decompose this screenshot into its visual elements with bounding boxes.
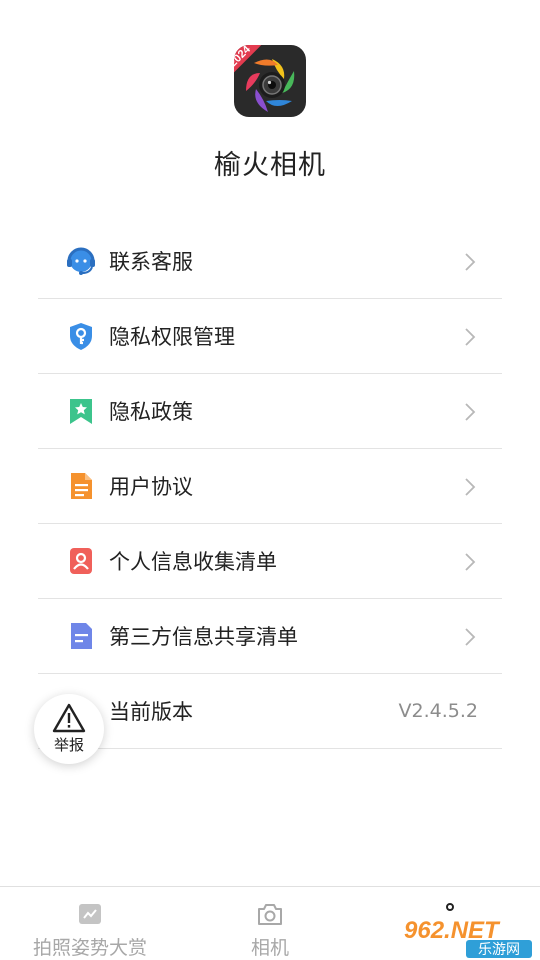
shield-key-icon bbox=[66, 321, 96, 351]
chevron-right-icon bbox=[465, 628, 476, 646]
app-logo: 2024 bbox=[234, 45, 306, 117]
menu-item-current-version: 当前版本 V2.4.5.2 bbox=[38, 674, 502, 749]
report-button[interactable]: 举报 bbox=[34, 694, 104, 764]
tab-label: 拍照姿势大赏 bbox=[32, 937, 147, 959]
warning-triangle-icon bbox=[52, 703, 86, 733]
person-card-icon bbox=[66, 546, 96, 576]
tab-photo-poses[interactable]: 拍照姿势大赏 bbox=[0, 887, 180, 960]
menu-item-label: 隐私权限管理 bbox=[109, 325, 235, 349]
menu-item-label: 第三方信息共享清单 bbox=[109, 625, 298, 649]
customer-service-icon bbox=[66, 246, 96, 276]
file-list-icon bbox=[66, 621, 96, 651]
watermark-subtext: 乐游网 bbox=[478, 942, 520, 958]
chevron-right-icon bbox=[465, 553, 476, 571]
camera-icon bbox=[258, 904, 282, 925]
chevron-right-icon bbox=[465, 403, 476, 421]
settings-menu: 联系客服 隐私权限管理 隐私政策 用户协议 个人信息收集清单 第三方信息共享清单… bbox=[38, 224, 502, 749]
chevron-right-icon bbox=[465, 328, 476, 346]
chevron-right-icon bbox=[465, 478, 476, 496]
menu-item-label: 个人信息收集清单 bbox=[109, 550, 277, 574]
bookmark-star-icon bbox=[66, 396, 96, 426]
app-name: 榆火相机 bbox=[214, 150, 326, 181]
tab-label: 相机 bbox=[250, 937, 289, 959]
menu-item-customer-service[interactable]: 联系客服 bbox=[38, 224, 502, 299]
version-value: V2.4.5.2 bbox=[398, 700, 478, 722]
menu-item-third-party-sharing-list[interactable]: 第三方信息共享清单 bbox=[38, 599, 502, 674]
watermark-logo: 962.NET 乐游网 bbox=[402, 917, 532, 958]
app-header: 2024 榆火相机 bbox=[0, 0, 540, 215]
menu-item-privacy-permissions[interactable]: 隐私权限管理 bbox=[38, 299, 502, 374]
menu-item-label: 隐私政策 bbox=[109, 400, 193, 424]
document-icon bbox=[66, 471, 96, 501]
version-label: 当前版本 bbox=[109, 700, 193, 724]
menu-item-personal-info-list[interactable]: 个人信息收集清单 bbox=[38, 524, 502, 599]
report-label: 举报 bbox=[53, 736, 84, 754]
menu-item-user-agreement[interactable]: 用户协议 bbox=[38, 449, 502, 524]
photo-pose-icon bbox=[79, 904, 101, 924]
menu-item-privacy-policy[interactable]: 隐私政策 bbox=[38, 374, 502, 449]
tab-camera[interactable]: 相机 bbox=[180, 887, 360, 960]
chevron-right-icon bbox=[465, 253, 476, 271]
watermark-text: 962.NET bbox=[404, 917, 501, 944]
menu-item-label: 联系客服 bbox=[109, 250, 193, 274]
menu-item-label: 用户协议 bbox=[109, 475, 193, 499]
